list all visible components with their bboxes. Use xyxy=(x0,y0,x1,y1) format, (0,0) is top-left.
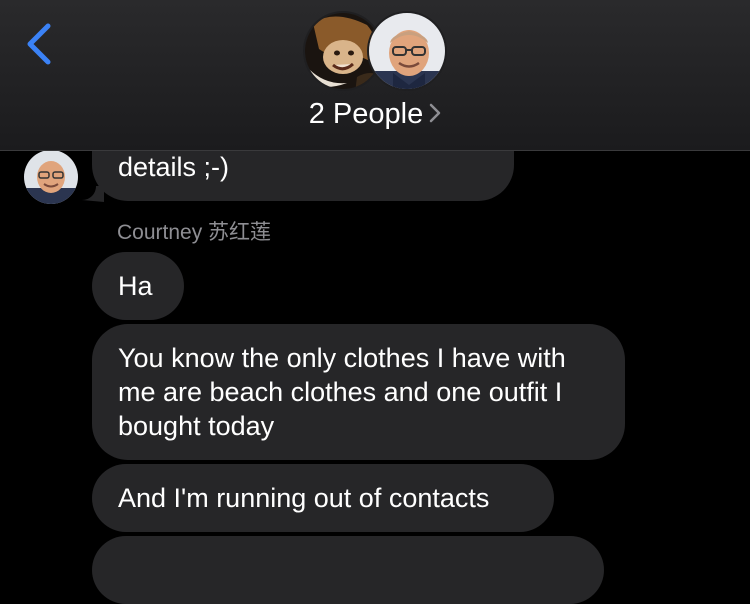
message-bubble[interactable]: You know the only clothes I have with me… xyxy=(92,324,625,460)
people-count-label: 2 People xyxy=(308,98,424,130)
message-text: You know the only clothes I have with me… xyxy=(118,343,566,441)
conversation-title[interactable]: 2 People xyxy=(0,96,750,132)
bubble-tail xyxy=(82,186,104,202)
chevron-left-icon xyxy=(27,23,51,65)
message-bubble[interactable] xyxy=(92,536,604,604)
message-text: Ha xyxy=(118,271,153,301)
group-avatars[interactable] xyxy=(303,11,449,93)
back-button[interactable] xyxy=(18,20,62,68)
sender-name: Courtney 苏红莲 xyxy=(117,221,272,244)
message-text: details ;-) xyxy=(118,152,230,182)
sender-avatar[interactable] xyxy=(24,150,78,204)
message-text: And I'm running out of contacts xyxy=(118,483,490,513)
message-bubble[interactable]: And I'm running out of contacts xyxy=(92,464,554,532)
chevron-right-icon xyxy=(430,104,441,123)
message-bubble[interactable]: Ha xyxy=(92,252,184,320)
group-avatar[interactable] xyxy=(367,11,447,91)
conversation-header: 2 People xyxy=(0,0,750,151)
